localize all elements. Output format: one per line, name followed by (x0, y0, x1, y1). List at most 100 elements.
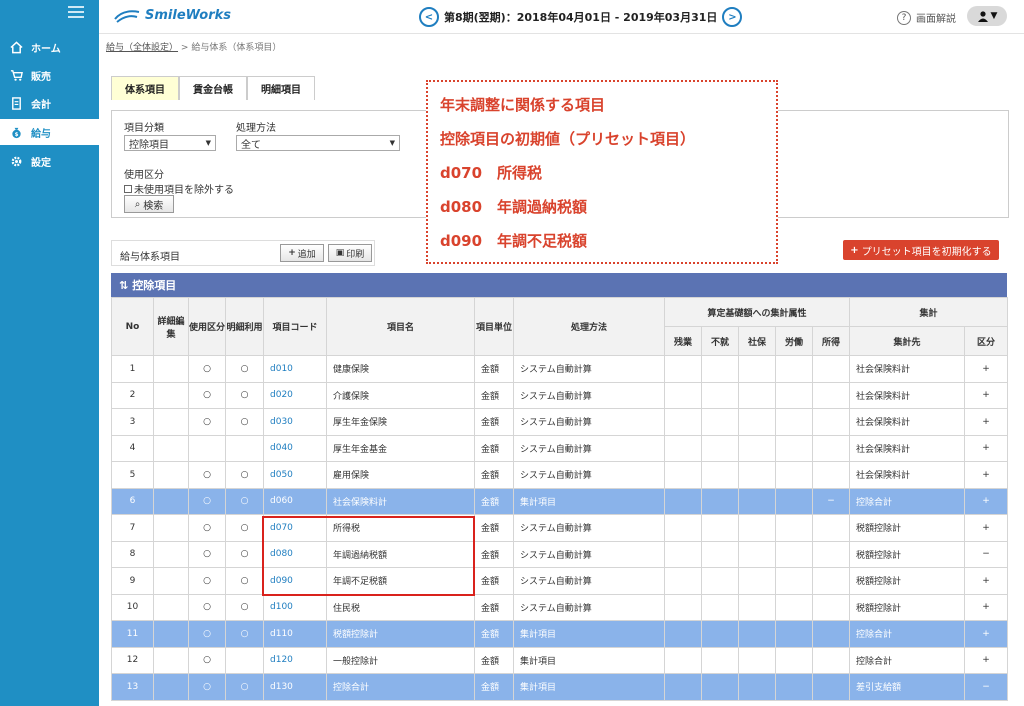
cell-detail: ○ (225, 593, 264, 621)
cell-kind: + (964, 381, 1009, 409)
callout-line: d090 年調不足税額 (440, 232, 588, 250)
svg-text:$: $ (15, 132, 19, 138)
cell-shotoku (811, 381, 851, 409)
table-row[interactable]: 2 ○ ○ d020 介護保険 金額 システム自動計算 社会保険料計 + (111, 381, 1009, 409)
cell-detail: ○ (225, 487, 264, 515)
sidebar-item-accounting[interactable]: 会計 (0, 90, 99, 116)
cell-empty (153, 593, 189, 621)
cell-empty (738, 567, 776, 595)
logo[interactable]: SmileWorks (113, 8, 231, 23)
cell-shotoku (811, 567, 851, 595)
table-row[interactable]: 5 ○ ○ d050 雇用保険 金額 システム自動計算 社会保険料計 + (111, 461, 1009, 489)
cell-code[interactable]: d040 (263, 434, 327, 462)
ledger-icon (12, 96, 21, 110)
exclude-unused-checkbox[interactable]: 未使用項目を除外する (124, 181, 234, 196)
cell-code[interactable]: d120 (263, 646, 327, 674)
prev-period-button[interactable]: < (419, 7, 439, 27)
col-code: 項目コード (263, 297, 327, 356)
cell-code[interactable]: d030 (263, 408, 327, 436)
cell-code[interactable]: d100 (263, 593, 327, 621)
table-row[interactable]: 8 ○ ○ d080 年調過納税額 金額 システム自動計算 税額控除計 − (111, 540, 1009, 568)
cell-name: 介護保険 (326, 381, 475, 409)
cell-empty (701, 434, 739, 462)
cell-no: 10 (111, 593, 154, 621)
callout-line: 控除項目の初期値（プリセット項目） (440, 130, 696, 148)
table-row[interactable]: 6 ○ ○ d060 社会保険料計 金額 集計項目 − 控除合計 + (111, 487, 1009, 515)
cell-target: 社会保険料計 (849, 381, 966, 409)
cell-empty (738, 620, 776, 648)
table-row[interactable]: 1 ○ ○ d010 健康保険 金額 システム自動計算 社会保険料計 + (111, 355, 1009, 383)
cell-unit: 金額 (474, 487, 514, 515)
cell-shotoku (811, 620, 851, 648)
cell-detail (225, 646, 264, 674)
search-button[interactable]: ⌕ 検索 (124, 195, 174, 213)
cell-code[interactable]: d060 (263, 487, 327, 515)
user-menu-button[interactable]: ▼ (967, 6, 1007, 26)
table-row[interactable]: 11 ○ ○ d110 税額控除計 金額 集計項目 控除合計 + (111, 620, 1009, 648)
cell-detail: ○ (225, 567, 264, 595)
period-label: 第8期(翌期)：2018年04月01日 - 2019年03月31日 (444, 11, 718, 24)
cell-empty (701, 540, 739, 568)
cell-empty (701, 381, 739, 409)
cell-unit: 金額 (474, 540, 514, 568)
money-bag-icon: $ (12, 127, 21, 138)
col-name: 項目名 (326, 297, 475, 356)
breadcrumb-link[interactable]: 給与（全体設定） (106, 43, 178, 53)
cell-empty (153, 567, 189, 595)
category-select[interactable]: 控除項目 ▼ (124, 135, 216, 151)
cell-use: ○ (188, 514, 226, 542)
cell-empty (664, 408, 702, 436)
method-select[interactable]: 全て ▼ (236, 135, 400, 151)
table-row[interactable]: 10 ○ ○ d100 住民税 金額 システム自動計算 税額控除計 + (111, 593, 1009, 621)
section-header[interactable]: ⇅ 控除項目 (111, 273, 1007, 297)
cell-empty (153, 434, 189, 462)
cell-empty (775, 487, 813, 515)
cell-code[interactable]: d130 (263, 673, 327, 701)
hamburger-menu-icon[interactable] (68, 6, 84, 18)
sidebar-item-payroll[interactable]: $ 給与 (0, 119, 99, 145)
table-row[interactable]: 3 ○ ○ d030 厚生年金保険 金額 システム自動計算 社会保険料計 + (111, 408, 1009, 436)
cell-code[interactable]: d110 (263, 620, 327, 648)
cell-shotoku (811, 408, 851, 436)
tab-detail-items[interactable]: 明細項目 (247, 76, 315, 100)
table-row[interactable]: 12 ○ d120 一般控除計 金額 集計項目 控除合計 + (111, 646, 1009, 674)
table-row[interactable]: 7 ○ ○ d070 所得税 金額 システム自動計算 税額控除計 + (111, 514, 1009, 542)
cell-code[interactable]: d070 (263, 514, 327, 542)
printer-icon: ▣ (335, 248, 345, 258)
tab-wage-ledger[interactable]: 賃金台帳 (179, 76, 247, 100)
sidebar-item-settings[interactable]: 設定 (0, 148, 99, 174)
cell-empty (775, 514, 813, 542)
cell-code[interactable]: d010 (263, 355, 327, 383)
col-total-group: 集計 (849, 297, 1009, 327)
cell-empty (701, 646, 739, 674)
cell-empty (664, 434, 702, 462)
cell-code[interactable]: d020 (263, 381, 327, 409)
cell-shotoku (811, 514, 851, 542)
cell-method: システム自動計算 (513, 593, 665, 621)
add-button[interactable]: + 追加 (280, 244, 324, 262)
table-row[interactable]: 13 ○ ○ d130 控除合計 金額 集計項目 差引支給額 − (111, 673, 1009, 701)
sidebar-item-sales[interactable]: 販売 (0, 62, 99, 88)
col-method: 処理方法 (513, 297, 665, 356)
cell-code[interactable]: d090 (263, 567, 327, 595)
cell-empty (153, 355, 189, 383)
cell-name: 控除合計 (326, 673, 475, 701)
table-row[interactable]: 4 d040 厚生年金基金 金額 システム自動計算 社会保険料計 + (111, 434, 1009, 462)
tab-system-items[interactable]: 体系項目 (111, 76, 179, 100)
cell-no: 7 (111, 514, 154, 542)
cell-code[interactable]: d080 (263, 540, 327, 568)
next-period-button[interactable]: > (722, 7, 743, 27)
cell-detail: ○ (225, 355, 264, 383)
table-row[interactable]: 9 ○ ○ d090 年調不足税額 金額 システム自動計算 税額控除計 + (111, 567, 1009, 595)
col-calc-absence: 不就 (701, 326, 739, 356)
print-button[interactable]: ▣ 印刷 (328, 244, 372, 262)
cell-empty (775, 646, 813, 674)
cell-name: 税額控除計 (326, 620, 475, 648)
cell-code[interactable]: d050 (263, 461, 327, 489)
reset-preset-button[interactable]: + プリセット項目を初期化する (843, 240, 999, 260)
cell-empty (153, 620, 189, 648)
help-link[interactable]: ? 画面解説 (897, 10, 956, 25)
cell-no: 8 (111, 540, 154, 568)
col-calc-labor: 労働 (775, 326, 813, 356)
sidebar-item-home[interactable]: ホーム (0, 34, 99, 60)
